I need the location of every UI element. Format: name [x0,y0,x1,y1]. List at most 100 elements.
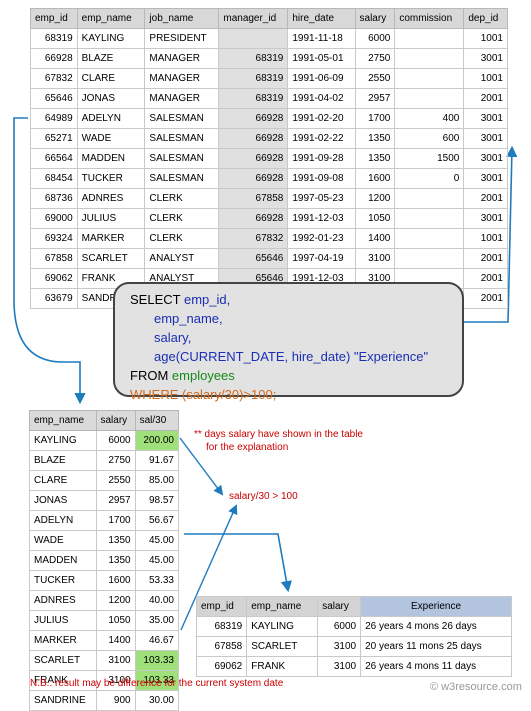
cell-emp-id: 68319 [30,28,78,49]
cell-hire-date: 1992-01-23 [287,228,356,249]
cell-commission [394,68,465,89]
res-cell-experience: 20 years 11 mons 25 days [360,636,512,657]
res-cell-emp-id: 67858 [195,636,248,657]
sal-cell-emp-name: MARKER [29,630,97,651]
employees-body: 68319 KAYLING PRESIDENT 1991-11-18 6000 1001 6… [30,28,508,309]
salary-calc-row: WADE 1350 45.00 [29,530,180,551]
cell-manager-id: 68319 [218,68,289,89]
salary-calc-row: KAYLING 6000 200.00 [29,430,180,451]
cell-emp-name: BLAZE [76,48,146,69]
cell-hire-date: 1991-11-18 [287,28,356,49]
sal-cell-sal30: 45.00 [134,550,180,571]
cell-job-name: CLERK [144,208,220,229]
cell-hire-date: 1997-05-23 [287,188,356,209]
cell-job-name: SALESMAN [144,128,220,149]
cell-hire-date: 1991-09-08 [287,168,356,189]
cell-manager-id: 66928 [218,168,289,189]
employee-row: 65646 JONAS MANAGER 68319 1991-04-02 2957 2001 [30,88,508,109]
cell-job-name: SALESMAN [144,148,220,169]
res-header-emp-id: emp_id [195,596,248,617]
sql-select-keyword: SELECT [130,292,181,307]
cell-emp-id: 67858 [30,248,78,269]
sal-cell-sal30: 91.67 [134,450,180,471]
days-note-line2: for the explanation [206,442,289,453]
sql-column-2: emp_name, [154,311,223,326]
cell-manager-id: 67832 [218,228,289,249]
sal-cell-salary: 1350 [95,550,136,571]
cell-emp-name: ADNRES [76,188,146,209]
sal-cell-sal30: 53.33 [134,570,180,591]
sal-cell-emp-name: MADDEN [29,550,97,571]
salary-calc-row: SCARLET 3100 103.33 [29,650,180,671]
cell-manager-id: 68319 [218,88,289,109]
condition-label: salary/30 > 100 [229,491,298,502]
cell-dep-id: 2001 [463,88,508,109]
salary-calc-body: KAYLING 6000 200.00 BLAZE 2750 91.67 CLARE 2550… [29,430,180,711]
cell-manager-id: 66928 [218,148,289,169]
cell-job-name: ANALYST [144,248,220,269]
cell-dep-id: 1001 [463,228,508,249]
w3resource-logo: © w3resource.com [430,681,522,693]
cell-dep-id: 1001 [463,28,508,49]
sql-query-box: SELECT emp_id, emp_name, salary, age(CUR… [113,282,464,402]
cell-salary: 6000 [354,28,396,49]
res-cell-emp-name: KAYLING [246,616,319,637]
sal-cell-sal30: 103.33 [134,650,180,671]
salary-calc-row: SANDRINE 900 30.00 [29,690,180,711]
cell-salary: 1200 [354,188,396,209]
salary-calc-row: ADNRES 1200 40.00 [29,590,180,611]
cell-salary: 1350 [354,128,396,149]
sal-cell-emp-name: KAYLING [29,430,97,451]
sal-cell-emp-name: SCARLET [29,650,97,671]
sal-header-salary: salary [95,410,136,431]
cell-dep-id: 2001 [463,248,508,269]
header-job-name: job_name [144,8,220,29]
cell-job-name: MANAGER [144,88,220,109]
sal-cell-sal30: 30.00 [134,690,180,711]
sal-header-emp-name: emp_name [29,410,97,431]
sal-cell-emp-name: ADNRES [29,590,97,611]
res-cell-emp-name: SCARLET [246,636,319,657]
sal-cell-salary: 3100 [95,650,136,671]
cell-emp-name: WADE [76,128,146,149]
header-emp-id: emp_id [30,8,78,29]
cell-job-name: SALESMAN [144,108,220,129]
salary-calc-row: JULIUS 1050 35.00 [29,610,180,631]
salary-calc-row: JONAS 2957 98.57 [29,490,180,511]
sal-cell-salary: 1600 [95,570,136,591]
cell-emp-name: MARKER [76,228,146,249]
res-cell-salary: 6000 [317,616,362,637]
cell-commission [394,48,465,69]
sal-cell-emp-name: CLARE [29,470,97,491]
cell-commission [394,28,465,49]
sal-cell-sal30: 98.57 [134,490,180,511]
cell-commission [394,88,465,109]
cell-salary: 3100 [354,248,396,269]
cell-dep-id: 3001 [463,148,508,169]
res-header-emp-name: emp_name [246,596,319,617]
salary-calc-row: TUCKER 1600 53.33 [29,570,180,591]
sql-column-3: salary, [154,330,192,345]
header-dep-id: dep_id [463,8,508,29]
cell-dep-id: 1001 [463,68,508,89]
employee-row: 65271 WADE SALESMAN 66928 1991-02-22 1350 600 3… [30,128,508,149]
employee-row: 68454 TUCKER SALESMAN 66928 1991-09-08 1600 0 3… [30,168,508,189]
sal-cell-sal30: 85.00 [134,470,180,491]
cell-dep-id: 3001 [463,168,508,189]
cell-emp-id: 64989 [30,108,78,129]
sql-column-4: age(CURRENT_DATE, hire_date) "Experience… [154,349,429,364]
cell-job-name: SALESMAN [144,168,220,189]
cell-salary: 2957 [354,88,396,109]
cell-hire-date: 1991-06-09 [287,68,356,89]
cell-emp-id: 66564 [30,148,78,169]
cell-commission: 1500 [394,148,465,169]
sal-cell-sal30: 40.00 [134,590,180,611]
cell-emp-name: MADDEN [76,148,146,169]
res-cell-emp-id: 68319 [195,616,248,637]
employee-row: 66928 BLAZE MANAGER 68319 1991-05-01 2750 3001 [30,48,508,69]
result-row: 68319 KAYLING 6000 26 years 4 mons 26 days [195,616,512,637]
cell-salary: 1400 [354,228,396,249]
employee-row: 69324 MARKER CLERK 67832 1992-01-23 1400 1001 [30,228,508,249]
sal-cell-salary: 1400 [95,630,136,651]
sal-cell-salary: 1200 [95,590,136,611]
